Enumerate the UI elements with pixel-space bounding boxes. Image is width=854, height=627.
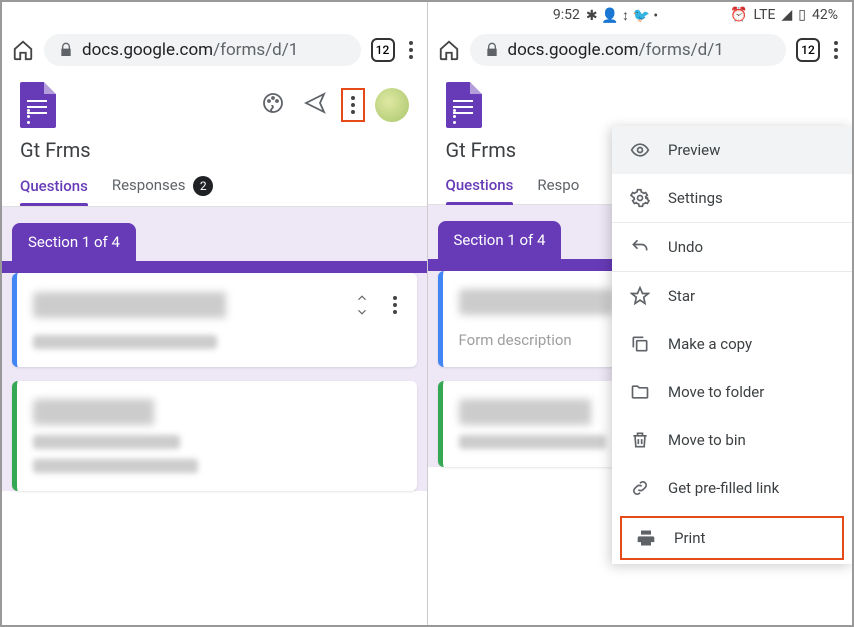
- lock-icon: [484, 42, 500, 58]
- url-bar[interactable]: docs.google.com/forms/d/1: [44, 34, 361, 66]
- menu-settings[interactable]: Settings: [612, 174, 852, 222]
- left-pane: docs.google.com/forms/d/1 12 Gt Frms Que…: [2, 2, 428, 625]
- browser-menu-icon[interactable]: [405, 37, 417, 63]
- section-area: Section 1 of 4: [2, 207, 427, 491]
- right-pane: 9:52 ✱ 👤 ↕ 🐦 • ⏰ LTE ◢ ▯ 42% docs.google…: [428, 2, 853, 625]
- undo-icon: [630, 237, 650, 257]
- copy-icon: [630, 334, 650, 354]
- tab-responses[interactable]: Respo: [537, 176, 579, 204]
- trash-icon: [630, 430, 650, 450]
- status-battery: 42%: [812, 7, 838, 23]
- blurred-option: [33, 459, 198, 473]
- alarm-icon: ⏰: [730, 7, 747, 23]
- forms-toolbar: [2, 72, 427, 134]
- address-bar: docs.google.com/forms/d/1 12: [428, 28, 853, 72]
- menu-prefilled-link[interactable]: Get pre-filled link: [612, 464, 852, 512]
- menu-preview[interactable]: Preview: [612, 126, 852, 174]
- blurred-option: [33, 435, 180, 449]
- overflow-menu: Preview Settings Undo Star Make a copy: [612, 126, 852, 564]
- menu-star[interactable]: Star: [612, 272, 852, 320]
- tab-count[interactable]: 12: [796, 38, 820, 62]
- home-icon[interactable]: [12, 39, 34, 61]
- url-bar[interactable]: docs.google.com/forms/d/1: [470, 34, 787, 66]
- form-title: Gt Frms: [2, 134, 427, 176]
- section-chip: Section 1 of 4: [438, 221, 562, 259]
- eye-icon: [630, 140, 650, 160]
- home-icon[interactable]: [438, 39, 460, 61]
- menu-label: Move to bin: [668, 431, 746, 449]
- forms-toolbar: [428, 72, 853, 134]
- tab-responses-label: Responses: [112, 176, 186, 194]
- palette-icon[interactable]: [257, 87, 289, 123]
- menu-label: Star: [668, 287, 695, 305]
- gear-icon: [630, 188, 650, 208]
- folder-icon: [630, 382, 650, 402]
- menu-label: Move to folder: [668, 383, 764, 401]
- section-chip: Section 1 of 4: [12, 223, 136, 261]
- tab-responses[interactable]: Responses 2: [112, 176, 213, 206]
- battery-icon: ▯: [798, 7, 806, 23]
- collapse-icon[interactable]: [355, 291, 369, 319]
- tabs: Questions Responses 2: [2, 176, 427, 207]
- signal-icon: ◢: [782, 7, 793, 23]
- status-time: 9:52: [553, 7, 580, 23]
- url-text: docs.google.com/forms/d/1: [82, 40, 298, 60]
- blurred-option: [459, 435, 606, 449]
- star-icon: [630, 286, 650, 306]
- status-icons: ✱ 👤 ↕ 🐦 •: [586, 7, 658, 24]
- url-text: docs.google.com/forms/d/1: [508, 40, 724, 60]
- browser-menu-icon[interactable]: [830, 37, 842, 63]
- forms-logo-icon[interactable]: [446, 82, 482, 128]
- avatar[interactable]: [375, 88, 409, 122]
- menu-make-copy[interactable]: Make a copy: [612, 320, 852, 368]
- tab-count[interactable]: 12: [371, 38, 395, 62]
- menu-label: Make a copy: [668, 335, 752, 353]
- blurred-title: [33, 292, 355, 318]
- status-lte: LTE: [754, 7, 776, 23]
- more-options-icon[interactable]: [341, 88, 365, 122]
- menu-undo[interactable]: Undo: [612, 223, 852, 271]
- menu-label: Settings: [668, 189, 723, 207]
- menu-move-folder[interactable]: Move to folder: [612, 368, 852, 416]
- menu-label: Get pre-filled link: [668, 479, 779, 497]
- tab-questions[interactable]: Questions: [446, 176, 514, 204]
- blurred-question: [33, 399, 235, 425]
- responses-badge: 2: [193, 176, 213, 196]
- address-bar: docs.google.com/forms/d/1 12: [2, 28, 427, 72]
- screenshot-container: docs.google.com/forms/d/1 12 Gt Frms Que…: [0, 0, 854, 627]
- send-icon[interactable]: [299, 87, 331, 123]
- blurred-description: [33, 335, 217, 349]
- menu-label: Undo: [668, 238, 703, 256]
- menu-move-bin[interactable]: Move to bin: [612, 416, 852, 464]
- print-icon: [636, 528, 656, 548]
- lock-icon: [58, 42, 74, 58]
- forms-logo-icon[interactable]: [20, 82, 56, 128]
- status-bar: [2, 2, 427, 28]
- question-card[interactable]: [12, 381, 417, 491]
- menu-label: Print: [674, 529, 705, 547]
- title-card[interactable]: [12, 273, 417, 367]
- tab-questions[interactable]: Questions: [20, 177, 88, 205]
- menu-label: Preview: [668, 141, 720, 159]
- status-bar: 9:52 ✱ 👤 ↕ 🐦 • ⏰ LTE ◢ ▯ 42%: [428, 2, 853, 28]
- menu-print[interactable]: Print: [618, 514, 846, 562]
- link-icon: [630, 478, 650, 498]
- card-menu-icon[interactable]: [389, 292, 401, 318]
